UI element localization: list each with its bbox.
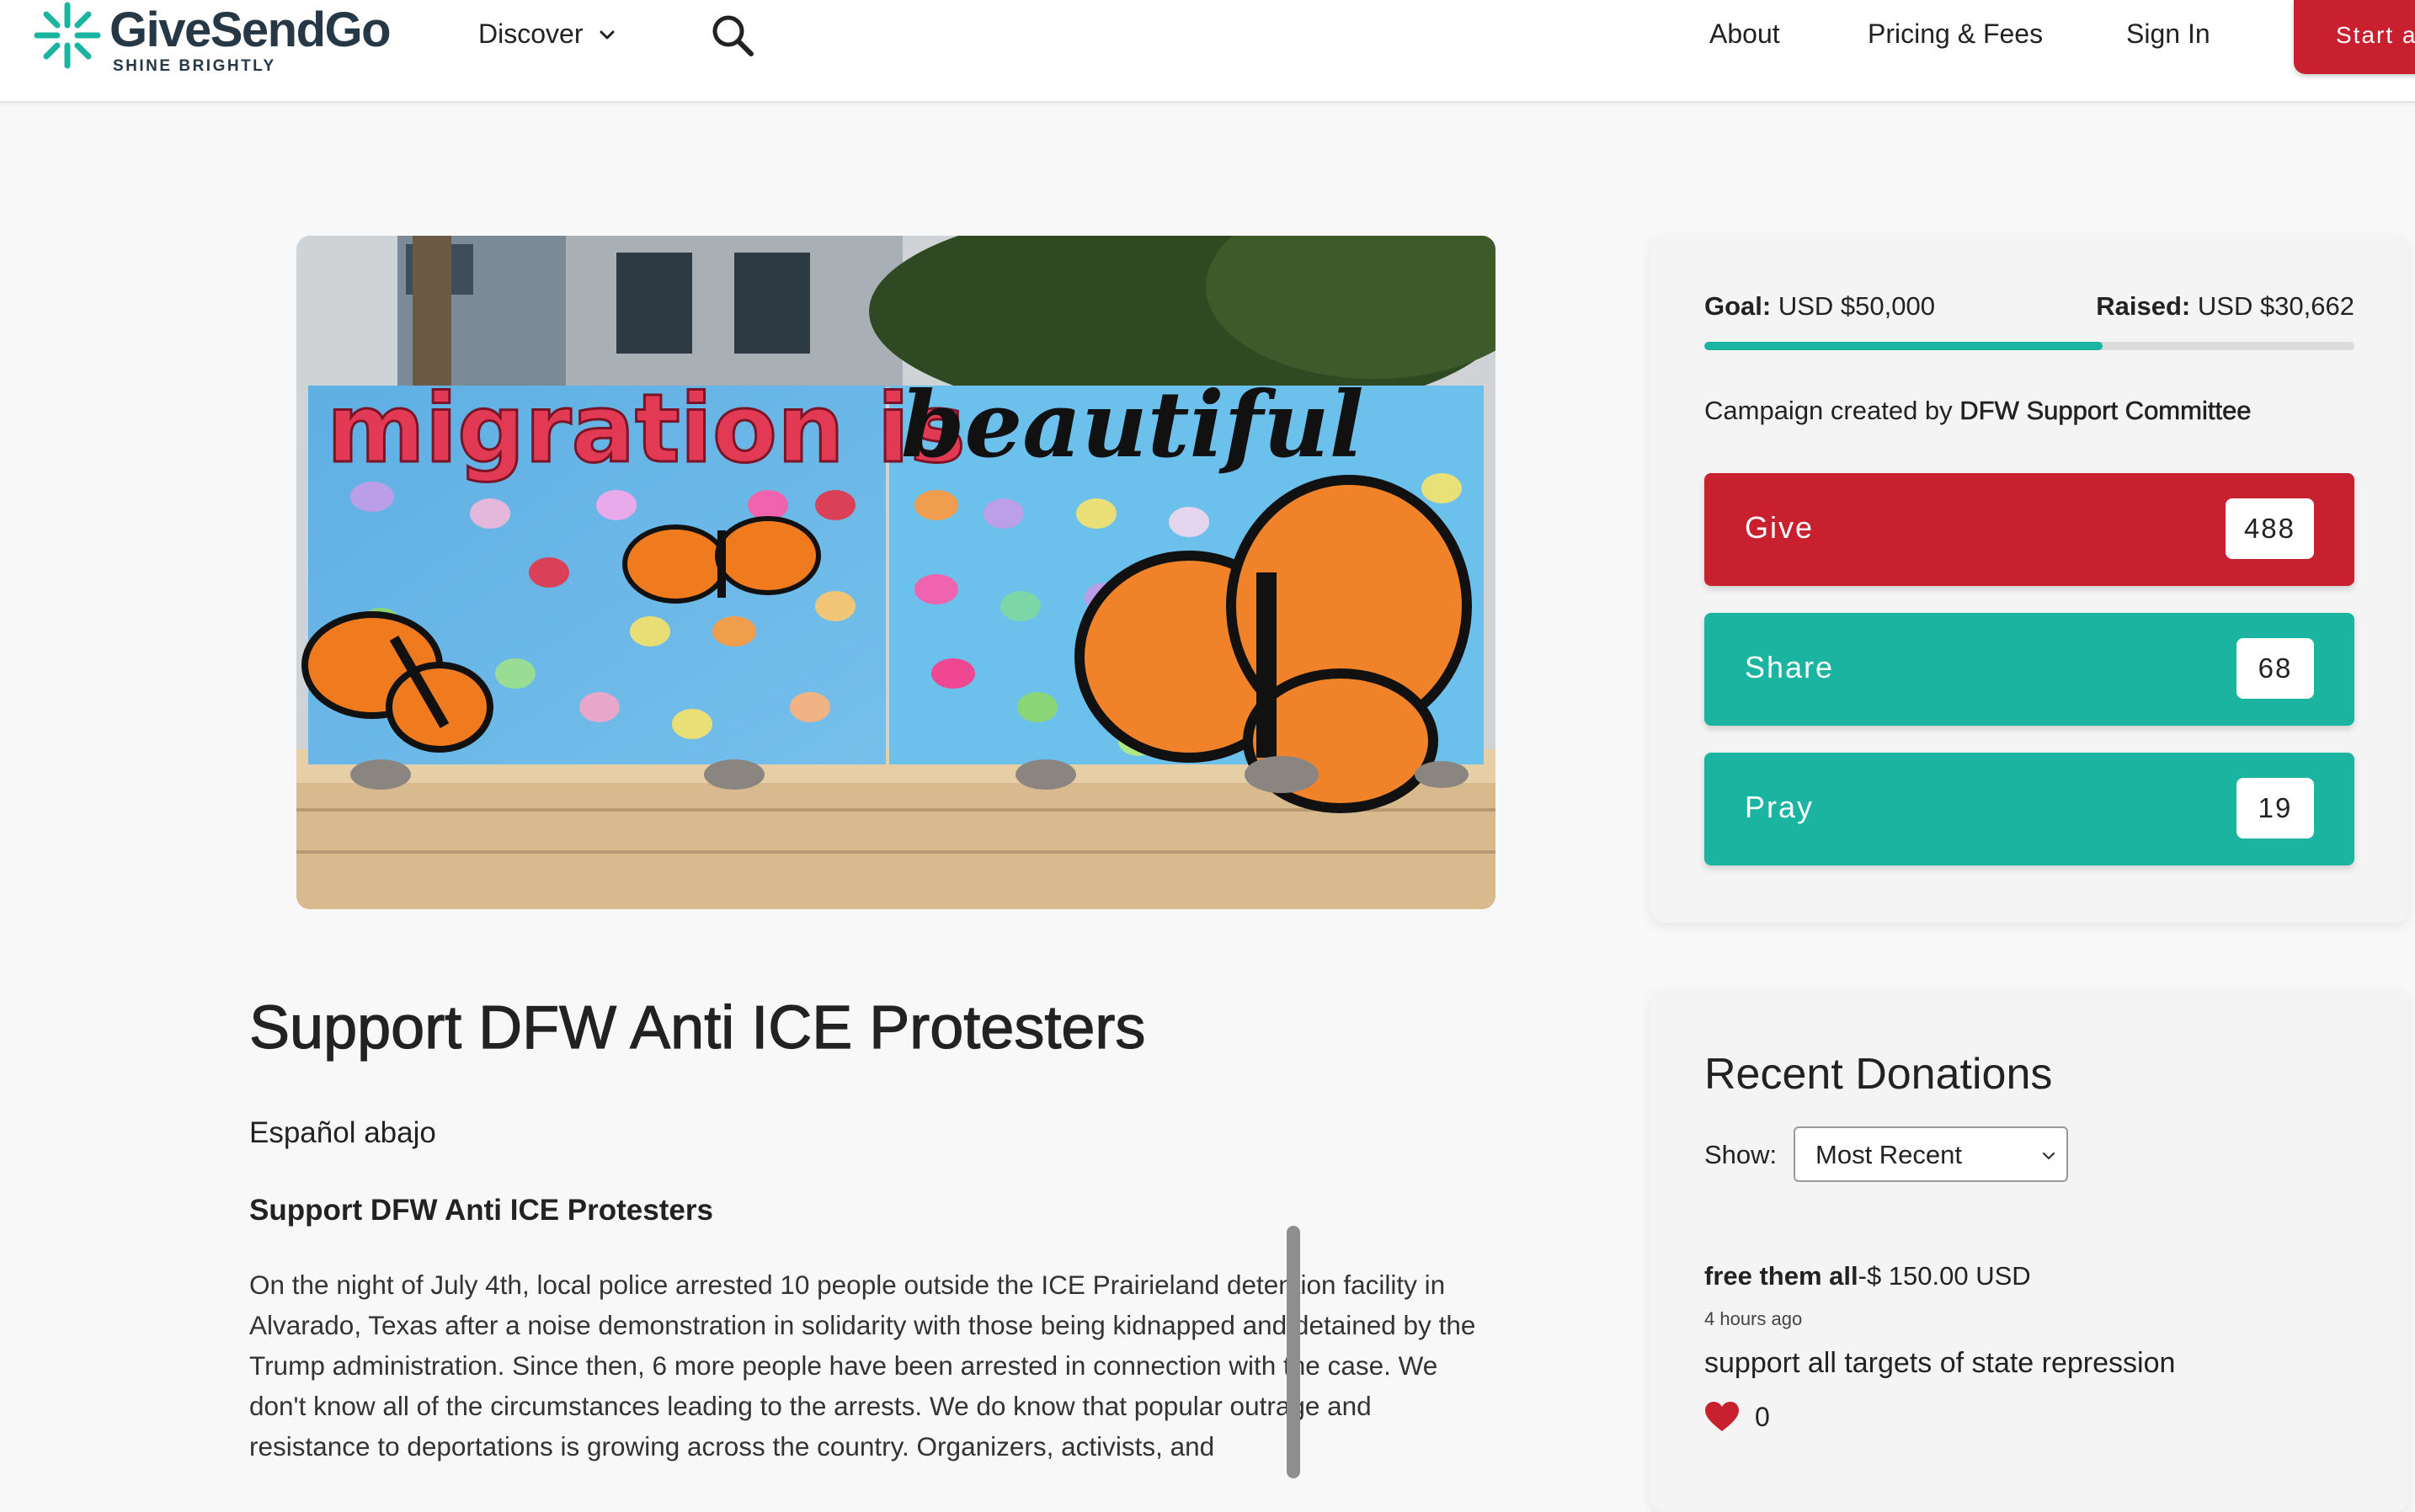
sign-left-text: migration is xyxy=(327,375,966,484)
goal-value: USD $50,000 xyxy=(1778,291,1935,321)
creator-prefix: Campaign created by xyxy=(1704,396,1953,425)
donation-amount: -$ 150.00 USD xyxy=(1858,1261,2031,1291)
site-header: GiveSendGo SHINE BRIGHTLY Discover About… xyxy=(0,0,2415,103)
progress-bar-fill xyxy=(1704,342,2103,350)
donations-scrollbar[interactable] xyxy=(1287,1226,1300,1478)
raised-amount: Raised: USD $30,662 xyxy=(2096,291,2354,322)
pray-button[interactable]: Pray 19 xyxy=(1704,753,2354,865)
campaign-title: Support DFW Anti ICE Protesters xyxy=(248,993,1146,1062)
show-filter-label: Show: xyxy=(1704,1140,1778,1169)
give-button[interactable]: Give 488 xyxy=(1704,473,2354,586)
share-count-badge: 68 xyxy=(2236,638,2314,699)
logo-tagline: SHINE BRIGHTLY xyxy=(113,57,276,75)
campaign-hero-image: migration is beautiful xyxy=(296,236,1495,909)
goal-label: Goal: xyxy=(1704,291,1772,321)
share-button-label: Share xyxy=(1745,650,1835,684)
donation-message: support all targets of state repression xyxy=(1704,1347,2176,1379)
campaign-creator: Campaign created by DFW Support Committe… xyxy=(1704,396,2252,426)
recent-donations-card: Recent Donations Show: Most Recent free … xyxy=(1650,990,2408,1512)
donation-like-count: 0 xyxy=(1755,1401,1770,1432)
raised-label: Raised: xyxy=(2096,291,2191,321)
chevron-down-icon xyxy=(2042,1152,2055,1160)
donation-time: 4 hours ago xyxy=(1704,1308,1803,1329)
chevron-down-icon xyxy=(600,30,615,39)
creator-name-link[interactable]: DFW Support Committee xyxy=(1959,396,2252,426)
start-campaign-button[interactable]: Start a xyxy=(2294,0,2415,74)
donation-like-button[interactable]: 0 xyxy=(1704,1401,1770,1433)
give-button-label: Give xyxy=(1745,510,1815,545)
pray-button-label: Pray xyxy=(1745,790,1815,824)
spanish-below-note: Español abajo xyxy=(249,1116,436,1149)
nav-pricing-fees[interactable]: Pricing & Fees xyxy=(1868,19,2043,50)
give-count-badge: 488 xyxy=(2225,498,2314,559)
donor-name: free them all xyxy=(1704,1261,1858,1291)
sign-right-text: beautiful xyxy=(901,372,1364,478)
nav-discover[interactable]: Discover xyxy=(478,19,616,50)
share-button[interactable]: Share 68 xyxy=(1704,613,2354,726)
heart-icon xyxy=(1705,1402,1739,1431)
logo-wordmark: GiveSendGo xyxy=(109,3,392,57)
fundraising-progress-bar xyxy=(1704,342,2354,350)
nav-about[interactable]: About xyxy=(1709,19,1780,50)
story-subheading: Support DFW Anti ICE Protesters xyxy=(249,1194,713,1227)
show-filter-select[interactable]: Most Recent xyxy=(1794,1126,2068,1182)
nav-sign-in[interactable]: Sign In xyxy=(2126,19,2210,50)
logo-mark-icon xyxy=(34,2,101,69)
nav-discover-label: Discover xyxy=(478,19,584,49)
donation-donor: free them all-$ 150.00 USD xyxy=(1704,1261,2031,1291)
search-icon[interactable] xyxy=(709,12,756,59)
pray-count-badge: 19 xyxy=(2236,778,2314,839)
show-filter-value: Most Recent xyxy=(1815,1140,1963,1169)
raised-value: USD $30,662 xyxy=(2197,291,2354,321)
recent-donations-title: Recent Donations xyxy=(1704,1050,2053,1099)
campaign-summary-card: Goal: USD $50,000 Raised: USD $30,662 Ca… xyxy=(1650,236,2408,923)
goal-amount: Goal: USD $50,000 xyxy=(1704,291,1935,322)
